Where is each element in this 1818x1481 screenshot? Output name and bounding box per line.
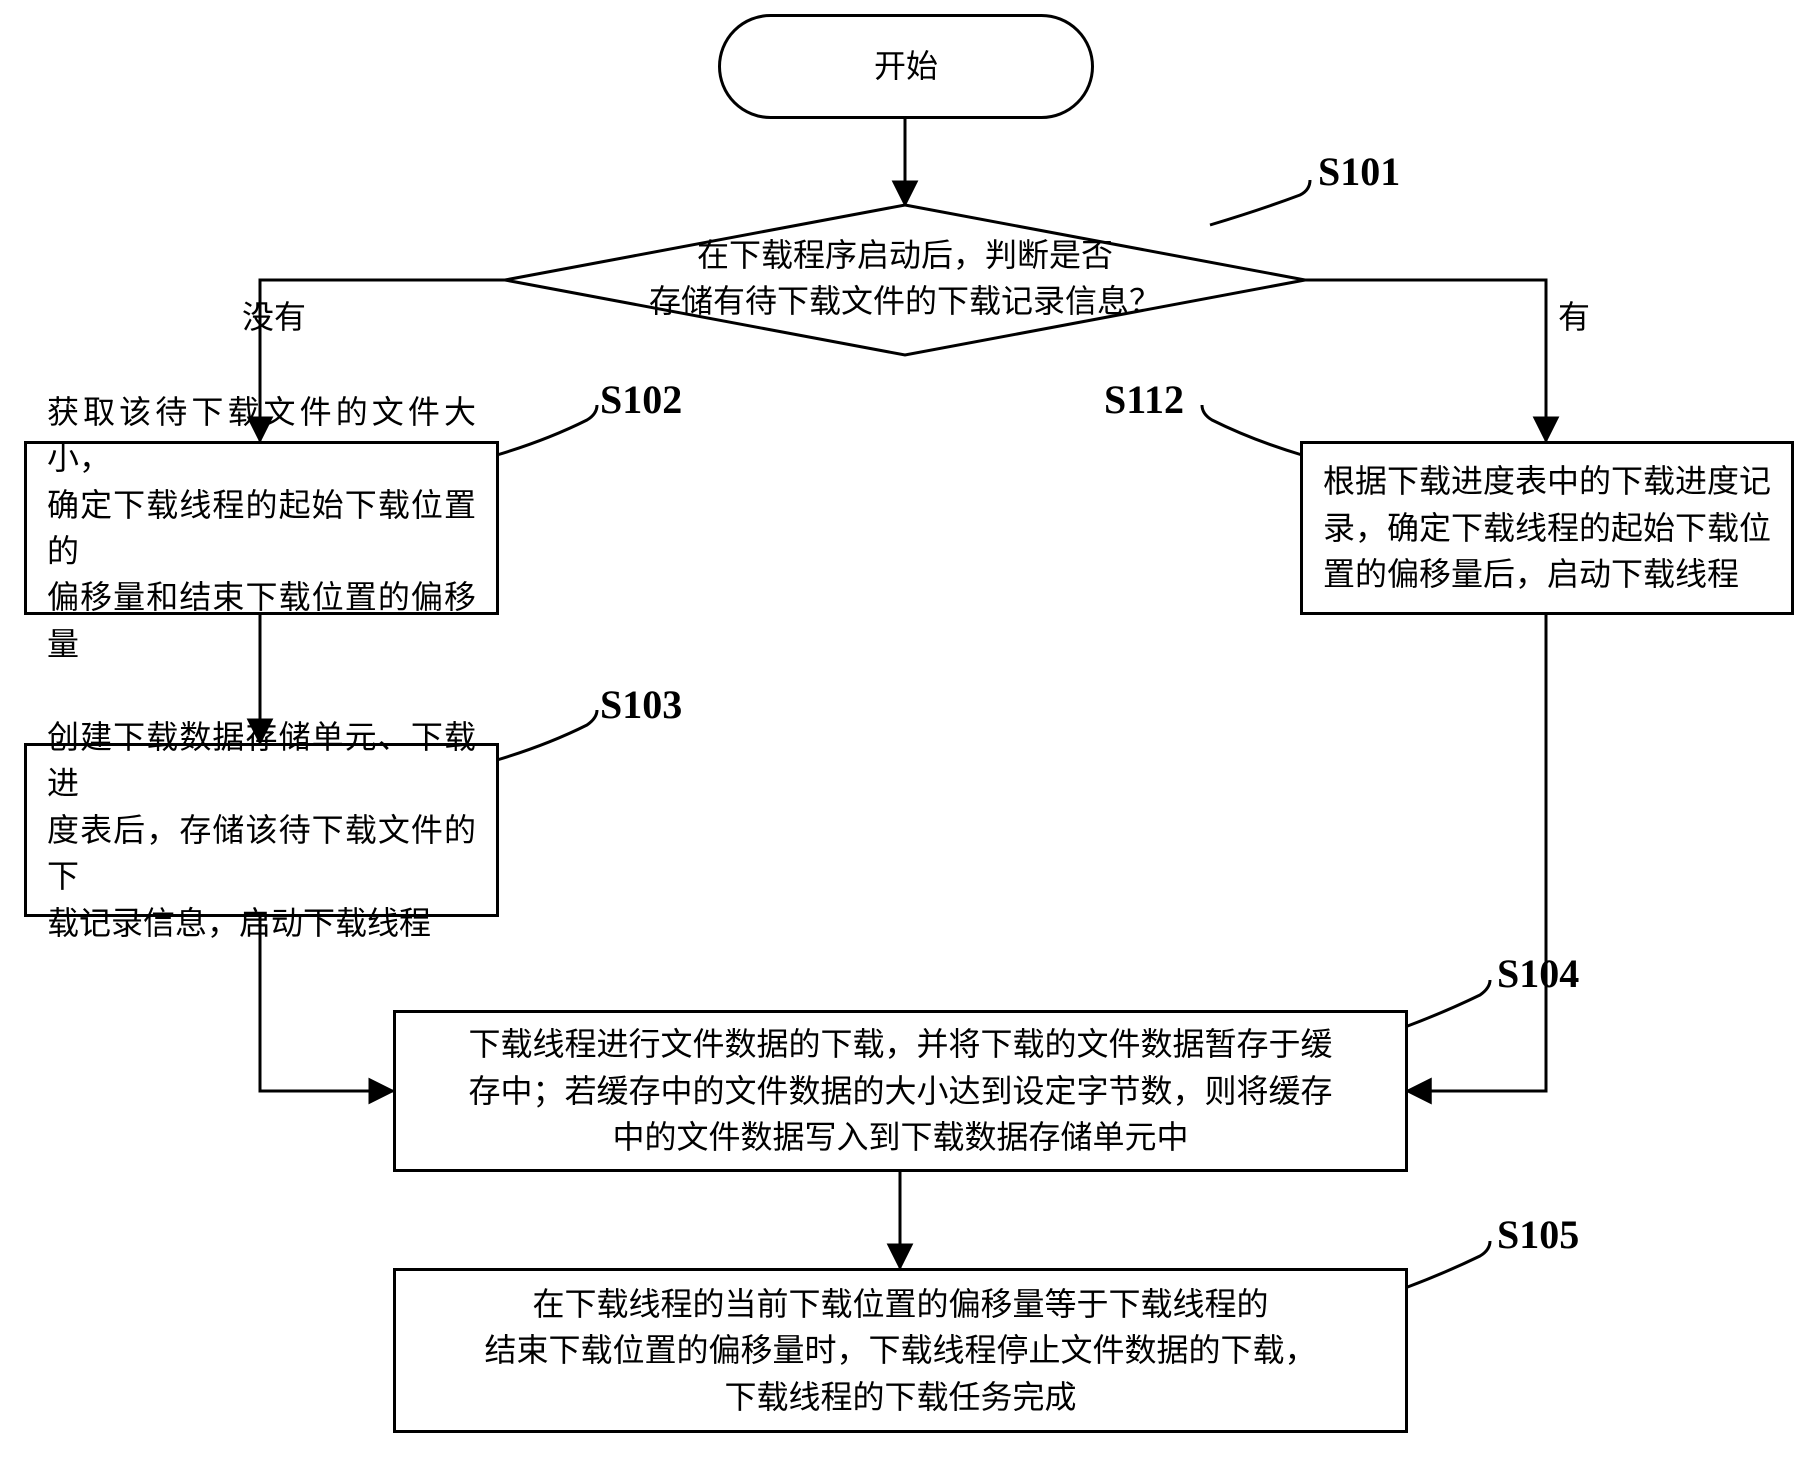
decision-line1: 在下载程序启动后，判断是否 bbox=[605, 232, 1205, 278]
edge-label-yes: 有 bbox=[1558, 292, 1590, 338]
label-s102: S102 bbox=[600, 376, 682, 423]
s102-box: 获取该待下载文件的文件大小， 确定下载线程的起始下载位置的 偏移量和结束下载位置… bbox=[24, 441, 499, 615]
decision-line2: 存储有待下载文件的下载记录信息？ bbox=[605, 278, 1205, 324]
s112-text: 根据下载进度表中的下载进度记 录，确定下载线程的起始下载位 置的偏移量后，启动下… bbox=[1323, 458, 1771, 597]
label-s112: S112 bbox=[1104, 376, 1184, 423]
decision-node: 在下载程序启动后，判断是否 存储有待下载文件的下载记录信息？ bbox=[605, 232, 1205, 325]
s112-box: 根据下载进度表中的下载进度记 录，确定下载线程的起始下载位 置的偏移量后，启动下… bbox=[1300, 441, 1794, 615]
s104-text: 下载线程进行文件数据的下载，并将下载的文件数据暂存于缓 存中；若缓存中的文件数据… bbox=[468, 1021, 1332, 1160]
start-text: 开始 bbox=[874, 43, 938, 89]
start-node: 开始 bbox=[718, 14, 1094, 119]
label-s105: S105 bbox=[1497, 1211, 1579, 1258]
edge-label-no: 没有 bbox=[242, 292, 306, 338]
label-s103: S103 bbox=[600, 681, 682, 728]
s105-text: 在下载线程的当前下载位置的偏移量等于下载线程的 结束下载位置的偏移量时，下载线程… bbox=[484, 1281, 1316, 1420]
label-s104: S104 bbox=[1497, 950, 1579, 997]
s103-box: 创建下载数据存储单元、下载进 度表后，存储该待下载文件的下 载记录信息，启动下载… bbox=[24, 743, 499, 917]
s102-text: 获取该待下载文件的文件大小， 确定下载线程的起始下载位置的 偏移量和结束下载位置… bbox=[47, 389, 476, 667]
flowchart-canvas: 开始 在下载程序启动后，判断是否 存储有待下载文件的下载记录信息？ 没有 有 S… bbox=[0, 0, 1818, 1481]
s104-box: 下载线程进行文件数据的下载，并将下载的文件数据暂存于缓 存中；若缓存中的文件数据… bbox=[393, 1010, 1408, 1172]
label-s101: S101 bbox=[1318, 148, 1400, 195]
s105-box: 在下载线程的当前下载位置的偏移量等于下载线程的 结束下载位置的偏移量时，下载线程… bbox=[393, 1268, 1408, 1433]
s103-text: 创建下载数据存储单元、下载进 度表后，存储该待下载文件的下 载记录信息，启动下载… bbox=[47, 714, 476, 946]
